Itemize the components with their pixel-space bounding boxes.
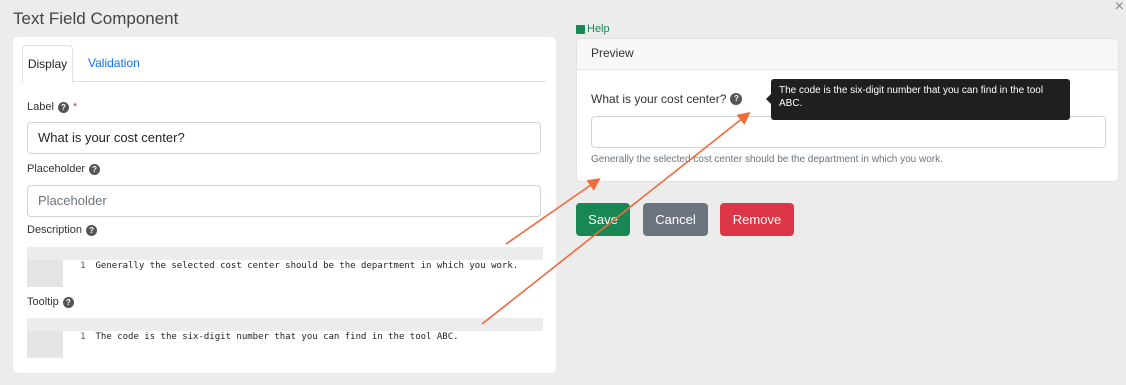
tooltip-field-title: Tooltip: [27, 296, 59, 308]
preview-field-label: What is your cost center? ?: [591, 92, 743, 106]
cancel-button[interactable]: Cancel: [643, 203, 708, 236]
line-number: 1: [80, 261, 86, 271]
code-text: Generally the selected cost center shoul…: [95, 261, 519, 271]
code-text: The code is the six-digit number that yo…: [95, 332, 459, 342]
tooltip-field-label: Tooltip ?: [27, 296, 74, 308]
dialog-title: Text Field Component: [13, 9, 179, 28]
preview-question: What is your cost center?: [591, 92, 727, 106]
tooltip-code-editor[interactable]: 1 The code is the six-digit number that y…: [27, 318, 543, 358]
preview-input[interactable]: [591, 116, 1106, 148]
preview-tooltip: The code is the six-digit number that yo…: [766, 79, 1070, 120]
close-icon[interactable]: ×: [1115, 0, 1124, 16]
book-icon: [576, 24, 585, 34]
help-question-icon[interactable]: ?: [89, 163, 101, 175]
line-number: 1: [80, 332, 86, 342]
tooltip-text: The code is the six-digit number that yo…: [779, 85, 1044, 109]
description-field-label: Description ?: [27, 224, 98, 236]
component-settings-panel: Display Validation Label ? * What is you…: [13, 37, 556, 373]
tooltip-arrow: [766, 94, 771, 104]
settings-tabs: Display Validation: [22, 45, 546, 83]
preview-description: Generally the selected cost center shoul…: [591, 154, 943, 165]
code-line[interactable]: 1 The code is the six-digit number that y…: [27, 318, 543, 342]
preview-header: Preview: [577, 39, 1118, 70]
help-question-icon[interactable]: ?: [62, 296, 74, 308]
label-field-label: Label ? *: [27, 101, 77, 113]
help-question-icon[interactable]: ?: [730, 93, 743, 105]
preview-title: Preview: [591, 46, 634, 60]
placeholder-field-label: Placeholder ?: [27, 163, 101, 175]
placeholder-input[interactable]: Placeholder: [27, 185, 541, 217]
label-field-title: Label: [27, 101, 54, 113]
help-label: Help: [587, 23, 610, 35]
description-field-title: Description: [27, 224, 83, 236]
tab-display[interactable]: Display: [22, 45, 73, 83]
code-line[interactable]: 1 Generally the selected cost center shou…: [27, 247, 543, 271]
description-code-editor[interactable]: 1 Generally the selected cost center shou…: [27, 247, 543, 287]
placeholder-field-title: Placeholder: [27, 163, 86, 175]
tab-validation[interactable]: Validation: [88, 45, 140, 81]
help-question-icon[interactable]: ?: [86, 224, 98, 236]
help-question-icon[interactable]: ?: [57, 101, 69, 113]
label-input[interactable]: What is your cost center?: [27, 122, 541, 154]
help-link[interactable]: Help: [576, 23, 610, 35]
remove-button[interactable]: Remove: [720, 203, 794, 236]
save-button[interactable]: Save: [576, 203, 630, 236]
required-marker: *: [72, 101, 78, 113]
